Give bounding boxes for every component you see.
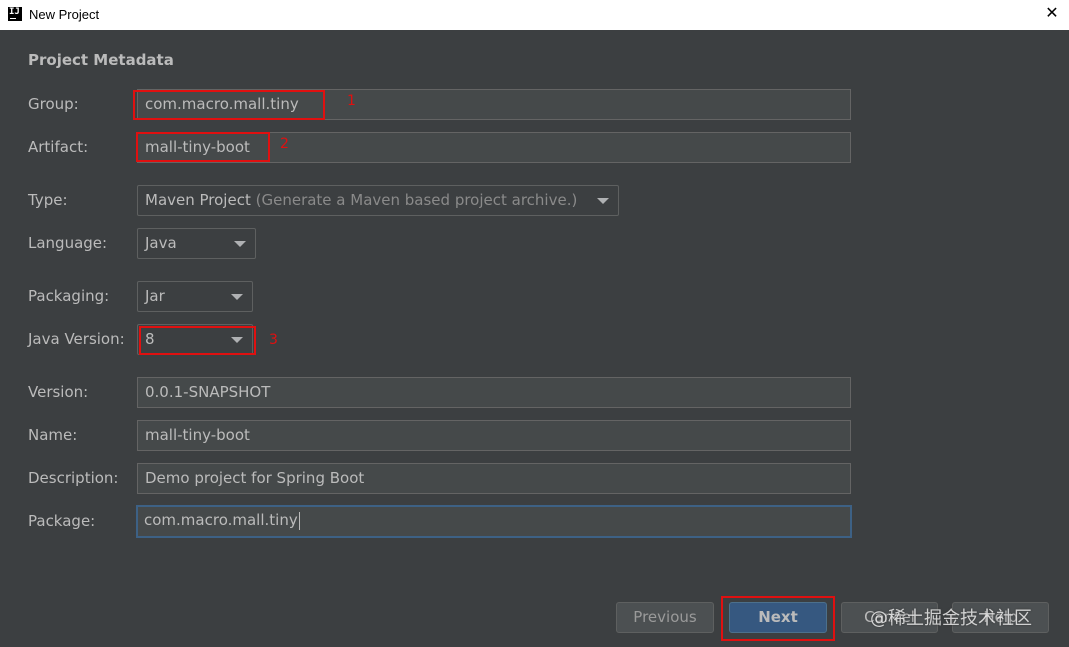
name-input[interactable]: mall-tiny-boot bbox=[137, 420, 851, 451]
text-caret bbox=[298, 511, 300, 530]
packaging-value: Jar bbox=[145, 287, 165, 305]
description-input[interactable]: Demo project for Spring Boot bbox=[137, 463, 851, 494]
type-value: Maven Project bbox=[145, 191, 251, 209]
artifact-label: Artifact: bbox=[28, 138, 89, 156]
description-label: Description: bbox=[28, 469, 119, 487]
section-title: Project Metadata bbox=[28, 51, 174, 69]
window-title: New Project bbox=[29, 7, 100, 22]
package-value: com.macro.mall.tiny bbox=[144, 511, 298, 529]
title-bar: IJ New Project ✕ bbox=[0, 0, 1069, 30]
previous-button[interactable]: Previous bbox=[616, 602, 714, 633]
chevron-down-icon bbox=[597, 198, 609, 204]
annotation-number-1: 1 bbox=[347, 93, 356, 109]
cancel-button[interactable]: Cancel bbox=[841, 602, 938, 633]
next-button[interactable]: Next bbox=[729, 602, 827, 633]
annotation-box-3 bbox=[139, 326, 256, 355]
language-dropdown[interactable]: Java bbox=[137, 228, 256, 259]
version-label: Version: bbox=[28, 383, 89, 401]
package-input[interactable]: com.macro.mall.tiny bbox=[136, 505, 852, 538]
package-label: Package: bbox=[28, 512, 96, 530]
annotation-box-1 bbox=[133, 90, 325, 120]
chevron-down-icon bbox=[231, 294, 243, 300]
version-input[interactable]: 0.0.1-SNAPSHOT bbox=[137, 377, 851, 408]
type-hint: (Generate a Maven based project archive.… bbox=[255, 191, 578, 209]
java-version-label: Java Version: bbox=[28, 330, 125, 348]
chevron-down-icon bbox=[234, 241, 246, 247]
language-value: Java bbox=[145, 234, 177, 252]
annotation-number-2: 2 bbox=[280, 136, 289, 152]
description-value: Demo project for Spring Boot bbox=[145, 469, 365, 487]
type-label: Type: bbox=[28, 191, 68, 209]
annotation-number-3: 3 bbox=[269, 332, 278, 348]
version-value: 0.0.1-SNAPSHOT bbox=[145, 383, 271, 401]
close-icon[interactable]: ✕ bbox=[1043, 4, 1061, 24]
intellij-app-icon: IJ bbox=[8, 7, 22, 21]
name-value: mall-tiny-boot bbox=[145, 426, 250, 444]
language-label: Language: bbox=[28, 234, 108, 252]
packaging-dropdown[interactable]: Jar bbox=[137, 281, 253, 312]
type-dropdown[interactable]: Maven Project (Generate a Maven based pr… bbox=[137, 185, 619, 216]
name-label: Name: bbox=[28, 426, 78, 444]
group-label: Group: bbox=[28, 95, 79, 113]
packaging-label: Packaging: bbox=[28, 287, 110, 305]
help-button[interactable]: Help bbox=[952, 602, 1049, 633]
annotation-box-2 bbox=[136, 132, 270, 162]
